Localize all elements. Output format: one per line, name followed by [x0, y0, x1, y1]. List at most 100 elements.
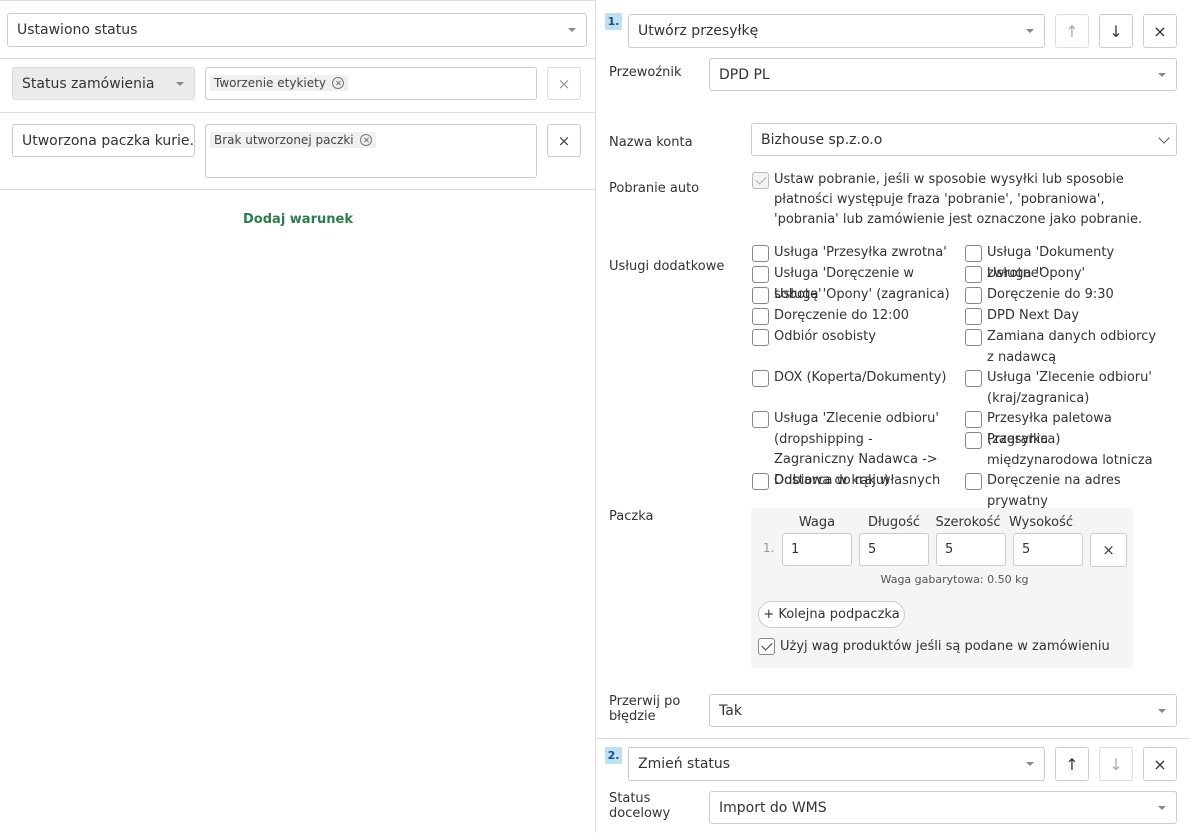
- divider: [0, 58, 596, 59]
- package-label: Paczka: [609, 509, 654, 524]
- remove-condition-button[interactable]: ×: [547, 67, 581, 100]
- target-status-value: Import do WMS: [719, 799, 827, 816]
- service-label: Usługa 'Przesyłka zwrotna': [774, 245, 947, 260]
- condition-field-select[interactable]: Status zamówienia: [12, 67, 195, 100]
- action-type-value: Utwórz przesyłkę: [638, 23, 759, 39]
- remove-condition-button[interactable]: ×: [547, 124, 581, 157]
- service-label: Doręczenie na adres prywatny: [987, 473, 1121, 509]
- service-checkbox[interactable]: [965, 473, 982, 490]
- remove-package-button[interactable]: ×: [1090, 533, 1127, 567]
- length-input[interactable]: 5: [859, 533, 929, 566]
- use-product-weights-label: Użyj wag produktów jeśli są podane w zam…: [780, 639, 1110, 654]
- dropdown-caret-icon: [1026, 762, 1034, 766]
- action-type-value: Zmień status: [638, 756, 731, 772]
- column-header-length: Długość: [867, 515, 921, 530]
- arrow-down-icon: ↓: [1109, 21, 1123, 41]
- action-type-select[interactable]: Utwórz przesyłkę: [628, 14, 1045, 48]
- condition-field-select[interactable]: Utworzona paczka kurie…: [12, 124, 195, 157]
- move-down-button[interactable]: ↓: [1099, 14, 1133, 48]
- service-label: Przesyłka międzynarodowa lotnicza: [987, 432, 1153, 468]
- dropdown-caret-icon: [568, 28, 576, 32]
- column-header-height: Wysokość: [1009, 515, 1073, 530]
- target-status-select[interactable]: Import do WMS: [709, 791, 1177, 824]
- divider: [0, 0, 596, 1]
- target-status-label: Status docelowy: [609, 791, 671, 821]
- arrow-down-icon: ↓: [1109, 754, 1123, 774]
- service-label: Usługa 'Opony': [987, 266, 1086, 281]
- column-header-weight: Waga: [798, 515, 836, 530]
- condition-value-input[interactable]: Brak utworzonej paczki: [205, 124, 537, 178]
- carrier-label: Przewoźnik: [609, 65, 682, 80]
- action-type-select[interactable]: Zmień status: [628, 747, 1045, 781]
- close-icon: ×: [557, 131, 571, 150]
- service-checkbox[interactable]: [965, 370, 982, 387]
- height-input[interactable]: 5: [1013, 533, 1083, 566]
- service-checkbox[interactable]: [752, 370, 769, 387]
- remove-tag-icon[interactable]: [331, 77, 344, 89]
- cod-text: Ustaw pobranie, jeśli w sposobie wysyłki…: [774, 172, 1143, 227]
- service-checkbox[interactable]: [752, 411, 769, 428]
- condition-value-input[interactable]: Tworzenie etykiety: [205, 67, 537, 100]
- close-icon: ×: [1102, 541, 1115, 559]
- service-checkbox[interactable]: [752, 245, 769, 262]
- carrier-value: DPD PL: [719, 66, 770, 83]
- remove-tag-icon[interactable]: [359, 134, 372, 146]
- move-down-button[interactable]: ↓: [1099, 747, 1133, 781]
- service-checkbox[interactable]: [965, 287, 982, 304]
- service-checkbox[interactable]: [965, 266, 982, 283]
- trigger-select[interactable]: Ustawiono status: [7, 13, 587, 47]
- close-icon: ×: [1153, 754, 1167, 774]
- carrier-select[interactable]: DPD PL: [709, 58, 1177, 91]
- stop-on-error-select[interactable]: Tak: [709, 694, 1177, 727]
- remove-action-button[interactable]: ×: [1143, 14, 1177, 48]
- service-label: Usługa 'Opony' (zagranica): [774, 287, 950, 302]
- add-subpackage-button[interactable]: + Kolejna podpaczka: [758, 601, 905, 628]
- use-product-weights-checkbox[interactable]: [758, 638, 775, 655]
- dropdown-caret-icon: [1158, 708, 1166, 713]
- stop-on-error-label: Przerwij po błędzie: [609, 694, 681, 724]
- action-number-badge: 1.: [605, 13, 622, 30]
- service-label: Odbiór osobisty: [774, 329, 876, 344]
- dropdown-caret-icon: [1158, 72, 1166, 77]
- service-label: Doręczenie do 12:00: [774, 308, 910, 323]
- close-icon: ×: [557, 74, 571, 93]
- service-label: DPD Next Day: [987, 308, 1080, 323]
- cod-checkbox[interactable]: [752, 172, 769, 189]
- tag-label: Tworzenie etykiety: [214, 76, 326, 90]
- column-header-width: Szerokość: [935, 515, 1001, 530]
- action-divider: [597, 738, 1190, 739]
- dropdown-caret-icon: [1158, 805, 1166, 810]
- service-label: DOX (Koperta/Dokumenty): [774, 370, 947, 385]
- service-checkbox[interactable]: [965, 432, 982, 449]
- arrow-up-icon: ↑: [1065, 21, 1079, 41]
- width-input[interactable]: 5: [936, 533, 1006, 566]
- condition-tag: Brak utworzonej paczki: [210, 132, 376, 148]
- service-checkbox[interactable]: [752, 308, 769, 325]
- dimensional-weight-text: Waga gabarytowa: 0.50 kg: [880, 573, 1029, 586]
- services-label: Usługi dodatkowe: [609, 259, 725, 274]
- service-checkbox[interactable]: [752, 287, 769, 304]
- service-label: Zamiana danych odbiorcy z nadawcą: [987, 329, 1157, 365]
- add-condition-link[interactable]: Dodaj warunek: [0, 212, 596, 227]
- close-icon: ×: [1153, 21, 1167, 41]
- service-checkbox[interactable]: [752, 473, 769, 490]
- remove-action-button[interactable]: ×: [1143, 747, 1177, 781]
- action-number-badge: 2.: [605, 747, 622, 764]
- chevron-down-icon: [1158, 131, 1170, 144]
- dropdown-caret-icon: [1026, 29, 1034, 33]
- service-checkbox[interactable]: [752, 266, 769, 283]
- service-checkbox[interactable]: [965, 308, 982, 325]
- weight-input[interactable]: 1: [782, 533, 852, 566]
- account-label: Nazwa konta: [609, 135, 693, 150]
- move-up-button[interactable]: ↑: [1055, 747, 1089, 781]
- divider: [0, 189, 596, 190]
- service-label: Doręczenie do 9:30: [987, 287, 1114, 302]
- condition-field-value: Status zamówienia: [22, 75, 155, 92]
- service-checkbox[interactable]: [965, 329, 982, 346]
- account-select[interactable]: Bizhouse sp.z.o.o: [751, 123, 1177, 156]
- package-row-number: 1.: [763, 541, 775, 555]
- move-up-button[interactable]: ↑: [1055, 14, 1089, 48]
- service-checkbox[interactable]: [965, 245, 982, 262]
- service-checkbox[interactable]: [752, 329, 769, 346]
- service-checkbox[interactable]: [965, 411, 982, 428]
